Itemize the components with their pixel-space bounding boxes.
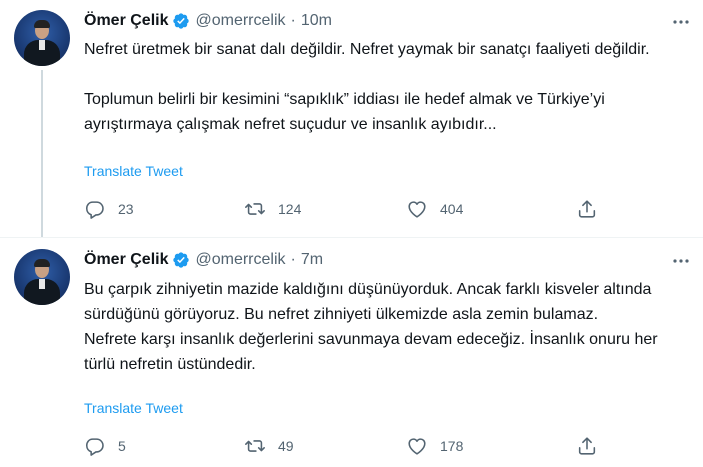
share-button[interactable]	[576, 196, 598, 222]
translate-tweet-link[interactable]: Translate Tweet	[84, 163, 183, 179]
retweet-button[interactable]: 124	[244, 196, 301, 222]
tweet-actions: 23 124 404	[84, 196, 604, 222]
like-button[interactable]: 178	[406, 433, 463, 459]
more-options-icon[interactable]	[671, 251, 691, 271]
retweet-count: 49	[278, 438, 294, 454]
share-icon	[578, 437, 596, 455]
tweet[interactable]: Ömer Çelik @omerrcelik · 10m Nefret üret…	[0, 0, 703, 238]
tweet-paragraph: Bu çarpık zihniyetin mazide kaldığını dü…	[84, 281, 652, 323]
avatar[interactable]	[14, 10, 70, 66]
like-count: 178	[440, 438, 464, 454]
reply-icon	[85, 201, 104, 219]
avatar-figure-collar	[39, 40, 45, 50]
share-button[interactable]	[576, 433, 598, 459]
retweet-count: 124	[278, 201, 302, 217]
retweet-button[interactable]: 49	[244, 433, 294, 459]
tweet-header: Ömer Çelik @omerrcelik · 10m	[84, 10, 332, 32]
author-handle[interactable]: @omerrcelik	[195, 12, 285, 30]
tweet-timestamp[interactable]: 10m	[301, 12, 332, 30]
author-handle[interactable]: @omerrcelik	[195, 251, 285, 269]
tweet-paragraph: Nefrete karşı insanlık değerlerini savun…	[84, 331, 658, 373]
verified-badge-icon	[172, 12, 190, 30]
share-icon	[578, 200, 596, 218]
translate-tweet-link[interactable]: Translate Tweet	[84, 400, 183, 416]
like-icon	[408, 438, 426, 455]
avatar-figure-collar	[39, 279, 45, 289]
reply-icon	[85, 438, 104, 456]
like-button[interactable]: 404	[406, 196, 463, 222]
avatar-figure-hair	[34, 259, 50, 267]
like-icon	[408, 201, 426, 218]
verified-badge-icon	[172, 251, 190, 269]
reply-button[interactable]: 5	[84, 433, 126, 459]
tweet-timestamp[interactable]: 7m	[301, 251, 323, 269]
tweet-actions: 5 49 178	[84, 433, 604, 459]
header-separator: ·	[290, 12, 296, 29]
tweet-text: Bu çarpık zihniyetin mazide kaldığını dü…	[84, 277, 684, 377]
avatar-figure-hair	[34, 20, 50, 28]
reply-count: 5	[118, 438, 126, 454]
more-options-icon[interactable]	[671, 12, 691, 32]
reply-button[interactable]: 23	[84, 196, 134, 222]
tweet-paragraph: Nefret üretmek bir sanat dalı değildir. …	[84, 41, 650, 58]
tweet-header: Ömer Çelik @omerrcelik · 7m	[84, 249, 323, 271]
retweet-icon	[245, 440, 265, 452]
like-count: 404	[440, 201, 464, 217]
tweet[interactable]: Ömer Çelik @omerrcelik · 7m Bu çarpık zi…	[0, 237, 703, 467]
avatar[interactable]	[14, 249, 70, 305]
reply-count: 23	[118, 201, 134, 217]
author-name[interactable]: Ömer Çelik	[84, 251, 168, 269]
thread-connector-line	[41, 70, 43, 237]
header-separator: ·	[290, 251, 296, 268]
retweet-icon	[245, 203, 265, 215]
tweet-paragraph: Toplumun belirli bir kesimini “sapıklık”…	[84, 91, 605, 133]
tweet-text: Nefret üretmek bir sanat dalı değildir. …	[84, 37, 684, 137]
author-name[interactable]: Ömer Çelik	[84, 12, 168, 30]
